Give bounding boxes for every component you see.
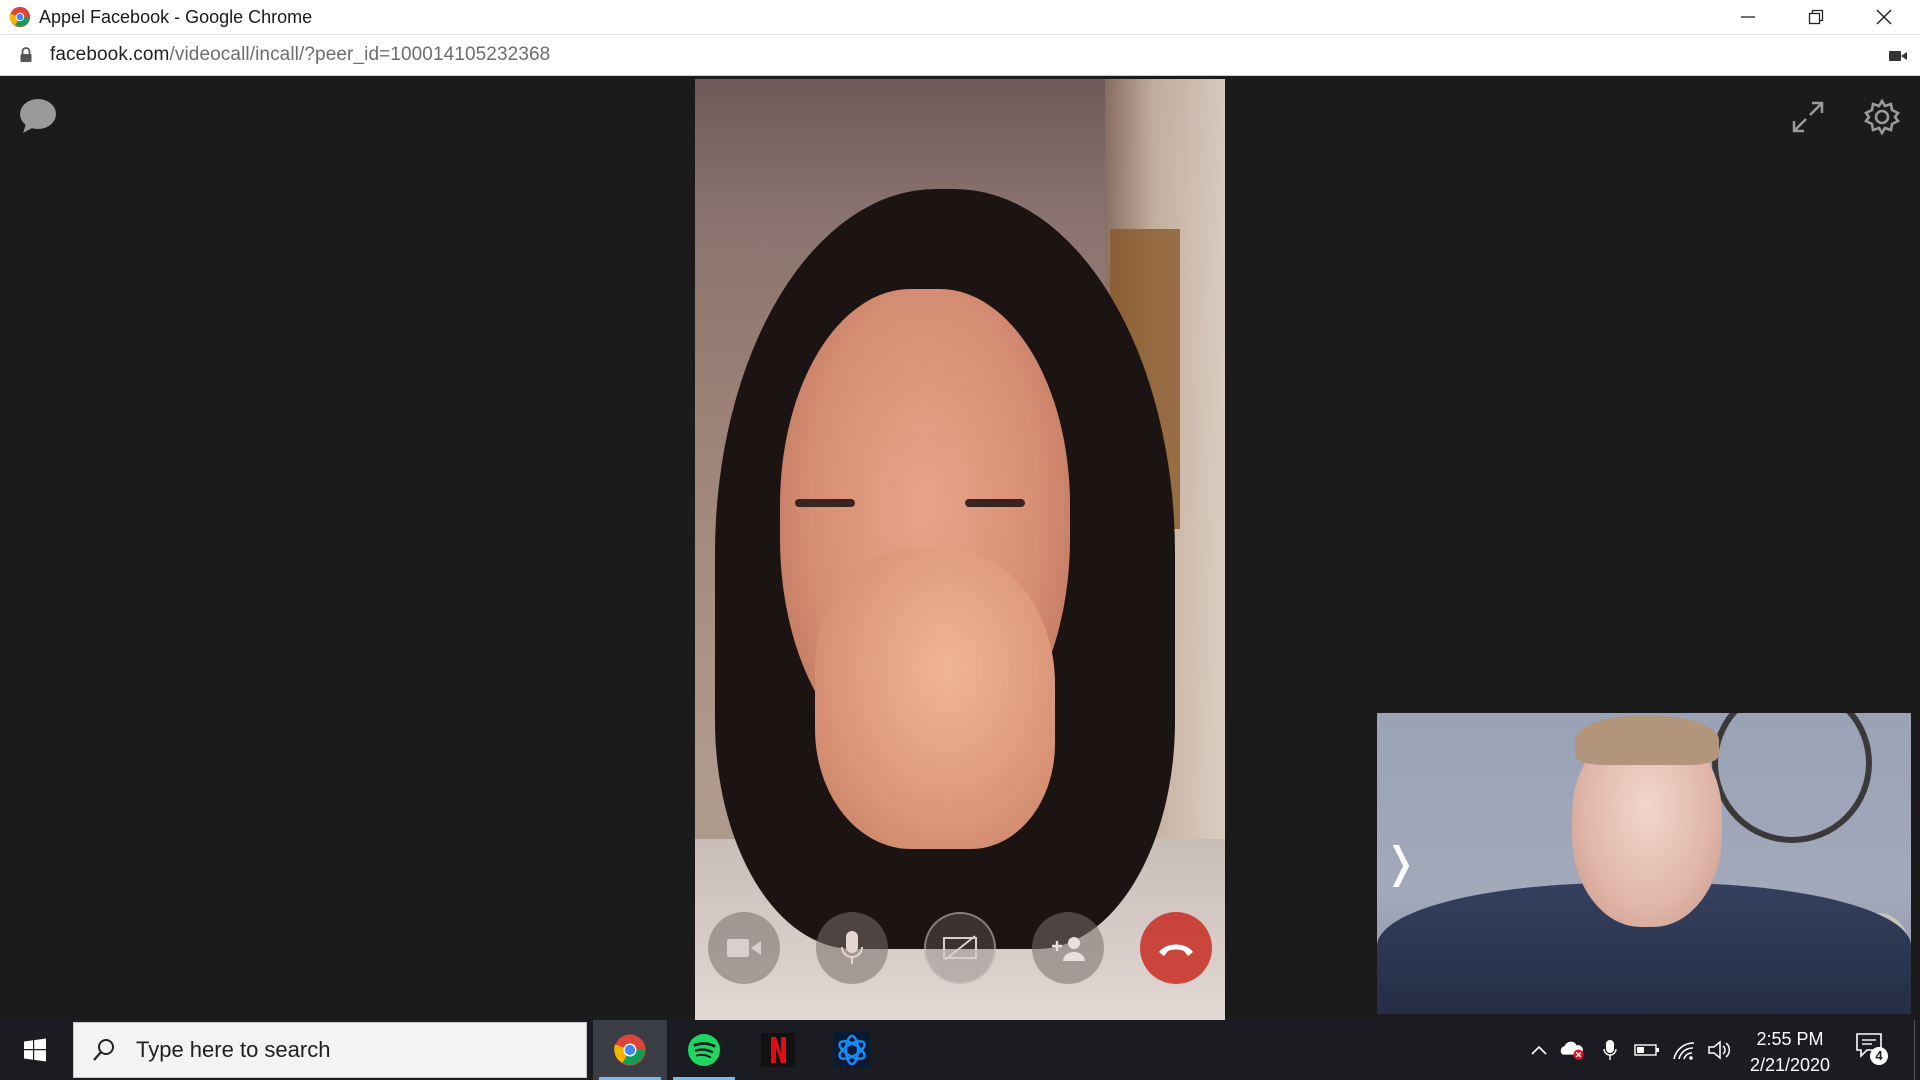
self-view-wall-clock [1712, 713, 1872, 843]
url-text[interactable]: facebook.com/videocall/incall/?peer_id=1… [50, 44, 550, 66]
minimize-icon [1741, 16, 1755, 18]
show-desktop-button[interactable] [1914, 1020, 1920, 1080]
chrome-logo-icon [9, 6, 31, 28]
taskbar-app-netflix[interactable] [741, 1020, 815, 1080]
taskbar-app-spotify[interactable] [667, 1020, 741, 1080]
camera-in-use-icon[interactable] [1888, 47, 1908, 65]
minimize-button[interactable] [1714, 0, 1782, 34]
expand-icon[interactable] [1790, 99, 1826, 135]
netflix-icon [761, 1033, 795, 1067]
microphone-tray-button[interactable] [1597, 1038, 1623, 1062]
self-view-person-hair [1575, 715, 1719, 765]
microphone-in-use-icon [1603, 1040, 1617, 1060]
hang-up-phone-icon [1159, 944, 1193, 956]
onedrive-tray-button[interactable] [1559, 1038, 1585, 1062]
onedrive-error-icon [1560, 1041, 1584, 1060]
screen-share-off-icon [943, 935, 977, 961]
windows-taskbar: Type here to search 2:55 PM 2/21/2020 4 [0, 1020, 1920, 1080]
screen-share-button[interactable] [924, 912, 996, 984]
collapse-self-view-chevron-icon[interactable]: ❭ [1383, 838, 1418, 887]
notification-count-badge: 4 [1870, 1047, 1888, 1065]
chat-icon[interactable] [18, 97, 58, 135]
search-icon [93, 1039, 114, 1061]
windows-logo-icon [24, 1038, 46, 1062]
call-controls [708, 912, 1218, 988]
microphone-icon [841, 931, 863, 964]
self-view-video: ❭ [1377, 713, 1911, 1014]
taskbar-search-box[interactable]: Type here to search [73, 1022, 587, 1078]
close-icon [1876, 9, 1892, 25]
add-person-button[interactable] [1032, 912, 1104, 984]
action-center-button[interactable]: 4 [1855, 1032, 1895, 1068]
battery-icon [1634, 1044, 1659, 1056]
video-call-area: ❭ [0, 77, 1920, 1020]
battery-tray-button[interactable] [1634, 1038, 1660, 1062]
end-call-button[interactable] [1140, 912, 1212, 984]
show-hidden-icons-button[interactable] [1526, 1038, 1552, 1062]
video-person-eye [965, 499, 1025, 507]
window-title: Appel Facebook - Google Chrome [39, 6, 313, 27]
video-person-hand [815, 549, 1055, 849]
url-host: facebook.com [50, 44, 170, 65]
taskbar-app-chrome[interactable] [593, 1020, 667, 1080]
window-titlebar: Appel Facebook - Google Chrome [0, 0, 1920, 34]
restore-icon [1808, 9, 1824, 25]
mic-toggle-button[interactable] [816, 912, 888, 984]
lock-icon[interactable] [19, 47, 33, 63]
chevron-up-icon [1531, 1045, 1547, 1055]
wifi-icon [1673, 1042, 1695, 1060]
close-button[interactable] [1850, 0, 1918, 34]
spotify-icon [688, 1034, 720, 1066]
speaker-volume-icon [1708, 1040, 1731, 1060]
url-path: /videocall/incall/?peer_id=1000141052323… [169, 44, 551, 65]
video-camera-icon [727, 939, 761, 957]
volume-tray-button[interactable] [1707, 1038, 1733, 1062]
search-placeholder: Type here to search [136, 1037, 331, 1062]
start-button[interactable] [0, 1020, 70, 1080]
taskbar-app-battle-net[interactable] [815, 1020, 889, 1080]
chrome-icon [614, 1034, 646, 1066]
network-tray-button[interactable] [1671, 1038, 1697, 1062]
add-person-icon [1052, 937, 1085, 961]
camera-toggle-button[interactable] [708, 912, 780, 984]
address-bar[interactable]: facebook.com/videocall/incall/?peer_id=1… [0, 34, 1920, 76]
taskbar-clock[interactable]: 2:55 PM 2/21/2020 [1740, 1026, 1840, 1078]
battle-net-icon [834, 1032, 870, 1068]
clock-date: 2/21/2020 [1749, 1055, 1831, 1075]
remote-participant-video [695, 79, 1225, 1020]
clock-time: 2:55 PM [1756, 1029, 1824, 1049]
video-person-eye [795, 499, 855, 507]
restore-button[interactable] [1782, 0, 1850, 34]
settings-gear-icon[interactable] [1862, 97, 1902, 137]
